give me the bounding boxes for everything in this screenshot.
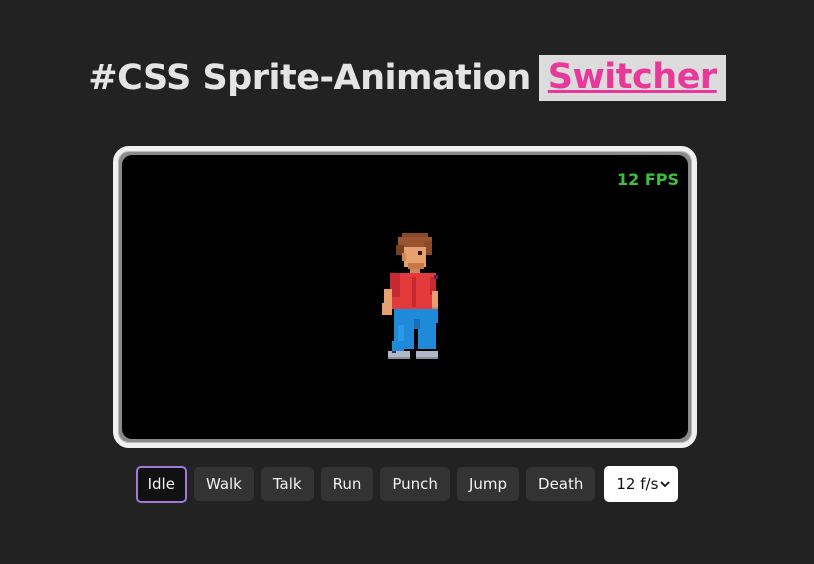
pixel-character-sprite <box>382 233 438 359</box>
jump-button[interactable]: Jump <box>456 467 520 501</box>
punch-button[interactable]: Punch <box>380 467 450 501</box>
page-title: #CSS Sprite-Animation <box>88 58 531 98</box>
page-header: #CSS Sprite-Animation Switcher <box>0 52 814 104</box>
speed-select[interactable]: 12 f/s <box>604 466 679 502</box>
idle-button[interactable]: Idle <box>135 465 187 503</box>
sprite-stage: 12 FPS <box>122 155 688 439</box>
talk-button[interactable]: Talk <box>260 467 314 501</box>
sprite-stage-frame: 12 FPS <box>113 146 697 448</box>
animation-controls: Idle Walk Talk Run Punch Jump Death 12 f… <box>0 465 814 503</box>
chevron-down-icon <box>660 481 671 488</box>
walk-button[interactable]: Walk <box>193 467 254 501</box>
fps-counter: 12 FPS <box>616 170 679 189</box>
run-button[interactable]: Run <box>320 467 374 501</box>
death-button[interactable]: Death <box>526 467 596 501</box>
switcher-link[interactable]: Switcher <box>538 55 726 101</box>
speed-select-value: 12 f/s <box>616 475 659 493</box>
